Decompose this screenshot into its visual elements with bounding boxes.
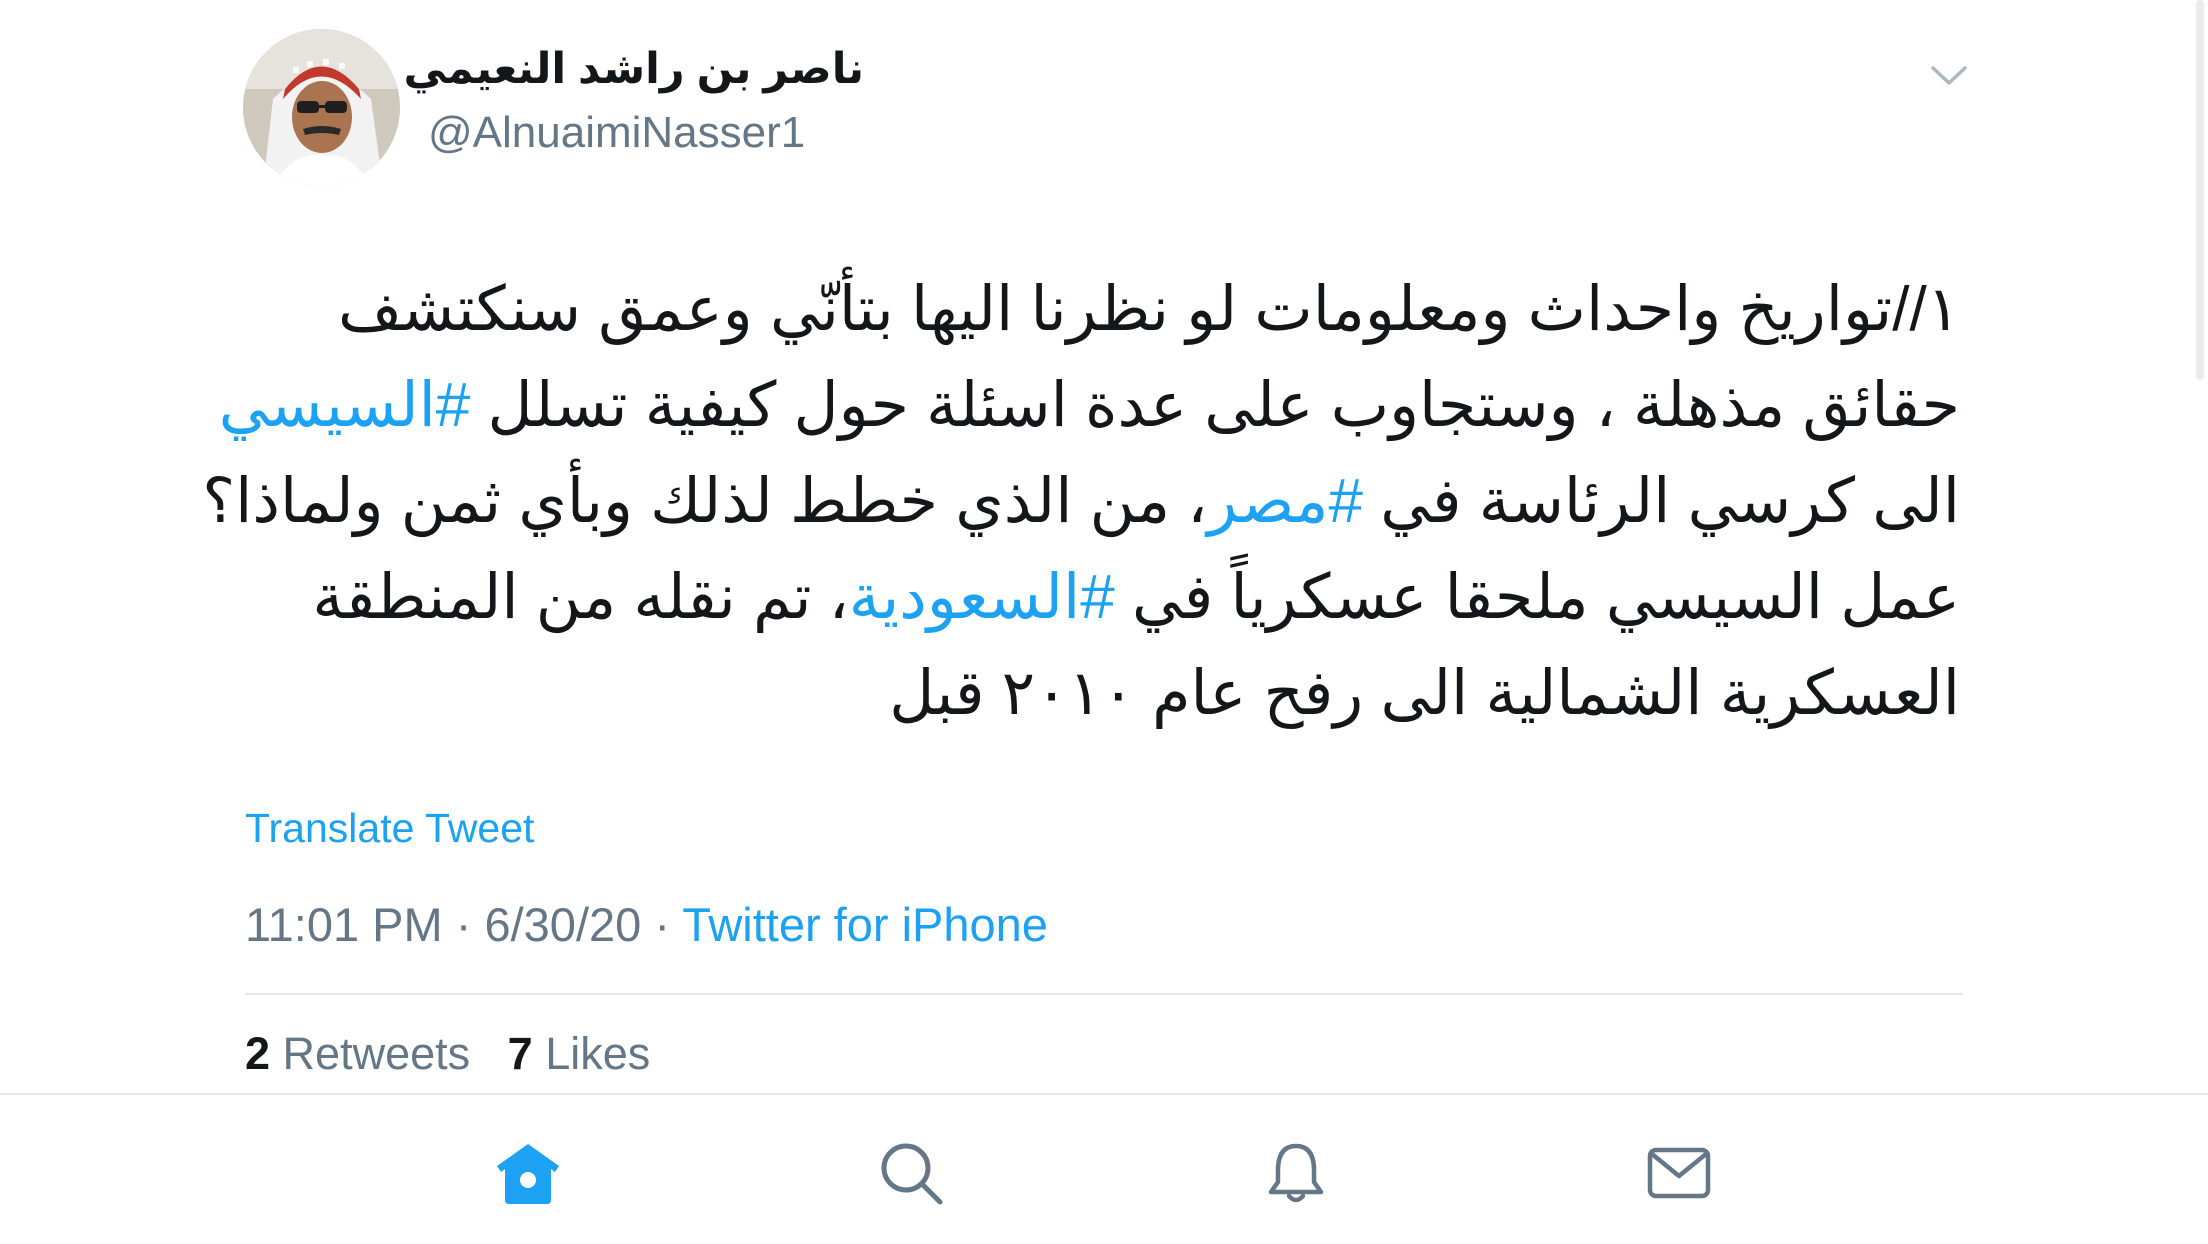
- tweet-text-segment: ، من الذي خطط لذلك وبأي ثمن ولماذا؟: [202, 467, 1208, 536]
- chevron-down-icon[interactable]: [1929, 60, 1969, 90]
- tab-home[interactable]: [493, 1138, 563, 1208]
- avatar[interactable]: [243, 29, 400, 186]
- display-name[interactable]: ناصر بن راشد النعيمي: [404, 44, 865, 94]
- hashtag-link[interactable]: #السعودية: [849, 563, 1115, 632]
- tab-search[interactable]: [876, 1138, 946, 1208]
- home-icon: [497, 1144, 559, 1204]
- likes-label: Likes: [545, 1028, 651, 1079]
- tab-notifications[interactable]: [1261, 1138, 1331, 1208]
- avatar-photo: [243, 29, 400, 186]
- tweet-time: 11:01 PM: [245, 898, 443, 951]
- tweet-source-link[interactable]: Twitter for iPhone: [682, 898, 1048, 951]
- tweet-date: 6/30/20: [484, 898, 642, 951]
- tweet-text-line: ١//تواريخ واحداث ومعلومات لو نظرنا اليها…: [245, 262, 1960, 358]
- tweet-text: ١//تواريخ واحداث ومعلومات لو نظرنا اليها…: [202, 262, 1960, 742]
- tweet-text-segment: الى كرسي الرئاسة في: [1362, 467, 1960, 536]
- scrollbar[interactable]: [2196, 0, 2204, 380]
- retweets-stat[interactable]: 2 Retweets: [245, 1028, 470, 1079]
- meta-separator: ·: [455, 898, 472, 951]
- meta-separator: ·: [654, 898, 670, 951]
- mail-icon: [1647, 1147, 1711, 1199]
- tweet-text-line: عمل السيسي ملحقا عسكرياً في #السعودية، ت…: [245, 550, 1960, 646]
- tweet-detail: ناصر بن راشد النعيمي @AlnuaimiNasser1 ١/…: [0, 0, 2208, 1092]
- likes-stat[interactable]: 7 Likes: [508, 1028, 651, 1079]
- tweet-metadata: 11:01 PM · 6/30/20 · Twitter for iPhone: [245, 897, 1048, 952]
- tweet-text-line: العسكرية الشمالية الى رفح عام ٢٠١٠ قبل: [245, 646, 1960, 742]
- divider: [245, 993, 1963, 995]
- likes-count: 7: [507, 1028, 533, 1079]
- tweet-text-line: الى كرسي الرئاسة في #مصر، من الذي خطط لذ…: [202, 454, 1960, 550]
- bell-icon: [1268, 1143, 1324, 1203]
- engagement-stats: 2 Retweets 7 Likes: [245, 1028, 650, 1080]
- tab-messages[interactable]: [1644, 1138, 1714, 1208]
- translate-tweet-link[interactable]: Translate Tweet: [245, 805, 534, 852]
- search-icon: [881, 1143, 943, 1205]
- tweet-text-line: حقائق مذهلة ، وستجاوب على عدة اسئلة حول …: [219, 358, 1960, 454]
- tweet-text-segment: حقائق مذهلة ، وستجاوب على عدة اسئلة حول …: [470, 371, 1960, 440]
- retweets-label: Retweets: [282, 1028, 471, 1079]
- tweet-text-segment: ١//تواريخ واحداث ومعلومات لو نظرنا اليها…: [337, 275, 1960, 344]
- hashtag-link[interactable]: #مصر: [1207, 467, 1363, 536]
- tweet-text-segment: ، تم نقله من المنطقة: [312, 563, 849, 632]
- user-handle[interactable]: @AlnuaimiNasser1: [428, 108, 805, 158]
- tab-bar: [0, 1093, 2208, 1244]
- tweet-text-segment: العسكرية الشمالية الى رفح عام ٢٠١٠ قبل: [889, 659, 1960, 728]
- retweets-count: 2: [245, 1028, 271, 1079]
- hashtag-link[interactable]: #السيسي: [219, 371, 471, 440]
- tweet-text-segment: عمل السيسي ملحقا عسكرياً في: [1114, 563, 1960, 632]
